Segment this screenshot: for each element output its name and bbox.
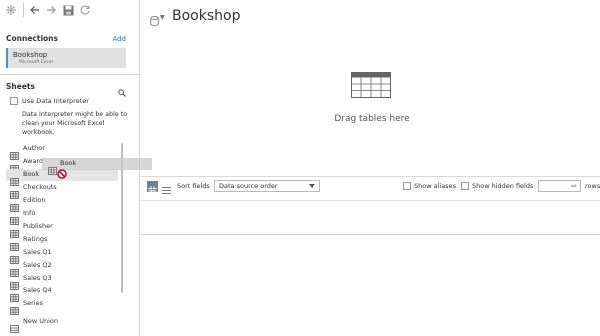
connection-item[interactable]: Bookshop Microsoft Excel [6, 48, 126, 68]
sheet-item-label: Series [23, 299, 43, 308]
table-icon [10, 223, 19, 238]
data-grid-header [141, 200, 600, 235]
sort-fields-select[interactable]: Data source order [214, 180, 320, 192]
table-icon [10, 210, 19, 225]
section-divider [0, 74, 140, 75]
sheet-item-label: Award [23, 156, 44, 165]
sheet-item[interactable]: Author [6, 143, 118, 160]
use-data-interpreter-label: Use Data Interpreter [22, 97, 89, 105]
sheet-item-label: Ratings [23, 234, 48, 243]
table-icon [10, 145, 19, 160]
union-icon [10, 318, 19, 333]
add-connection-link[interactable]: Add [112, 35, 126, 43]
use-data-interpreter-checkbox[interactable] [10, 97, 18, 105]
sheet-item-label: Sales Q1 [23, 247, 52, 256]
table-icon [10, 249, 19, 264]
connections-heading: Connections [6, 34, 58, 43]
grid-view-icon[interactable] [147, 181, 158, 195]
sheet-item-label: Author [23, 144, 45, 152]
sheet-item-label: Sales Q4 [23, 286, 52, 295]
table-icon [10, 171, 19, 186]
show-hidden-fields-checkbox[interactable] [461, 182, 469, 190]
table-icon [10, 158, 19, 173]
table-placeholder-icon [351, 72, 391, 98]
new-union-link[interactable]: New Union [23, 317, 58, 325]
sort-fields-label: Sort fields [177, 182, 210, 190]
sheet-item[interactable]: Ratings [6, 234, 118, 251]
sheet-item-label: Sales Q2 [23, 260, 52, 269]
list-view-icon[interactable] [161, 181, 172, 194]
sheet-item[interactable]: Publisher [6, 221, 118, 238]
grid-toolbar: Sort fields Data source order Show alias… [141, 176, 600, 195]
title-dropdown-icon[interactable]: ▼ [160, 14, 165, 21]
sheet-item[interactable]: Sales Q3 [6, 273, 118, 290]
sheet-item-label: Sales Q3 [23, 273, 52, 282]
sheet-item[interactable]: Series [6, 298, 118, 316]
page-title[interactable]: Bookshop [172, 8, 240, 24]
arrow-right-icon: ⇨ [571, 182, 577, 190]
tableau-logo-icon[interactable] [4, 3, 18, 17]
chevron-down-icon [309, 184, 315, 188]
interpreter-note: Data Interpreter might be able to clean … [22, 111, 128, 136]
show-hidden-fields-label: Show hidden fields [472, 182, 534, 190]
table-icon [48, 160, 57, 175]
datasource-icon [150, 11, 159, 30]
table-icon [10, 262, 19, 277]
table-icon [10, 236, 19, 251]
sheet-item[interactable]: Sales Q1 [6, 247, 118, 264]
table-icon [10, 275, 19, 290]
connection-type: Microsoft Excel [19, 60, 53, 65]
sheet-item-label: Publisher [23, 221, 53, 230]
table-icon [10, 184, 19, 199]
table-icon [10, 287, 19, 303]
sheet-item[interactable]: Checkouts [6, 182, 118, 199]
no-drop-cursor-icon [57, 164, 67, 179]
search-icon[interactable] [118, 82, 126, 101]
drop-zone-hint[interactable]: Drag tables here [320, 114, 424, 124]
save-icon[interactable] [61, 3, 75, 17]
sort-fields-value: Data source order [219, 182, 278, 190]
table-icon [10, 300, 19, 316]
sheet-item[interactable]: Sales Q4 [6, 285, 118, 303]
sheet-item[interactable]: Sales Q2 [6, 260, 118, 277]
sheet-item[interactable]: Edition [6, 195, 118, 212]
refresh-icon[interactable] [78, 3, 92, 17]
rows-input[interactable]: ⇨ [538, 180, 581, 192]
connection-name: Bookshop [13, 51, 48, 59]
toolbar-separator [23, 3, 24, 17]
back-arrow-icon[interactable] [28, 3, 42, 17]
forward-arrow-icon[interactable] [44, 3, 58, 17]
sheet-item-label: Edition [23, 195, 46, 204]
sheet-item-label: Info [23, 208, 36, 217]
sheet-item[interactable]: Info [6, 208, 118, 225]
show-aliases-checkbox[interactable] [403, 182, 411, 190]
sheet-item-label: Checkouts [23, 182, 57, 191]
show-aliases-label: Show aliases [414, 182, 456, 190]
table-icon [10, 197, 19, 212]
sheets-heading: Sheets [6, 82, 35, 91]
rows-label: rows [585, 182, 600, 190]
toolbar [0, 0, 140, 22]
sheet-item-label: Book [23, 169, 40, 178]
